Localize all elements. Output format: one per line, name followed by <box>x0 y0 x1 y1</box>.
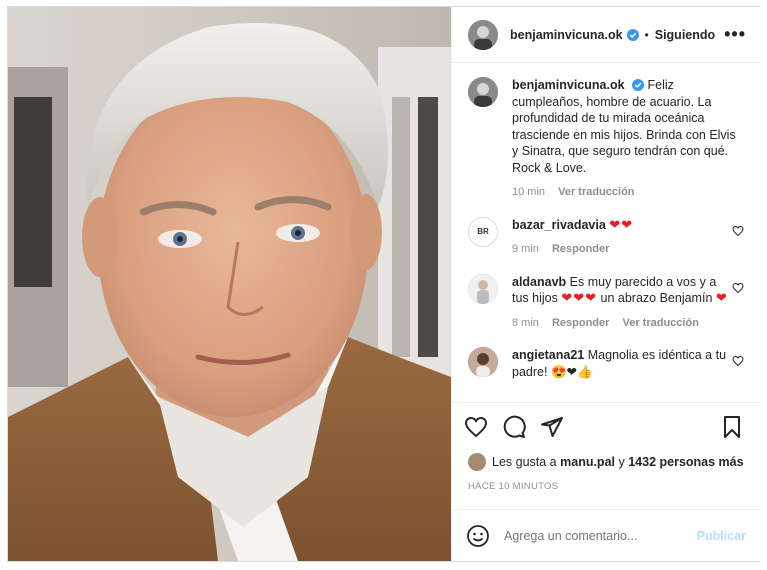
caption-username[interactable]: benjaminvicuna.ok <box>512 78 625 92</box>
likes-summary: Les gusta a manu.pal y 1432 personas más <box>452 451 760 473</box>
like-comment-heart-icon[interactable] <box>732 282 744 294</box>
likes-count-link[interactable]: 1432 personas más <box>628 455 743 469</box>
post-actions <box>452 403 760 451</box>
add-comment-bar: Publicar <box>452 509 760 561</box>
comment-avatar[interactable] <box>468 273 498 304</box>
verified-badge-icon <box>632 79 645 91</box>
separator-dot: • <box>644 27 649 42</box>
comment-username[interactable]: aldanavb <box>512 275 566 289</box>
comment-avatar[interactable]: BR <box>468 216 498 247</box>
post-timestamp: HACE 10 MINUTOS <box>468 481 559 492</box>
reply-button[interactable]: Responder <box>552 317 609 329</box>
emoji-smiley-icon[interactable] <box>466 524 490 548</box>
more-options-icon[interactable]: ••• <box>724 24 746 45</box>
like-comment-heart-icon[interactable] <box>732 225 744 237</box>
save-bookmark-icon[interactable] <box>720 415 744 439</box>
author-username[interactable]: benjaminvicuna.ok <box>510 28 623 42</box>
comment-time: 8 min <box>512 316 539 329</box>
comment-item: aldanavb Es muy parecido a vos y a tus h… <box>468 273 744 332</box>
comment-emoji: 😍❤👍 <box>550 364 593 379</box>
instagram-post-modal: benjaminvicuna.ok • Siguiendo ••• benjam… <box>7 6 760 562</box>
comment-username[interactable]: angietana21 <box>512 348 584 362</box>
caption: benjaminvicuna.ok Feliz cumpleaños, homb… <box>468 77 744 201</box>
avatar-initials: BR <box>477 227 489 236</box>
liker-avatar[interactable] <box>468 453 486 471</box>
likes-connector: y <box>618 455 625 469</box>
comments-list[interactable]: benjaminvicuna.ok Feliz cumpleaños, homb… <box>452 63 760 403</box>
post-photo <box>8 7 451 561</box>
heart-emoji: ❤ <box>715 290 728 305</box>
portrait-image <box>8 7 451 561</box>
author-avatar[interactable] <box>468 19 498 50</box>
comment-item: angietana21 Magnolia es idéntica a tu pa… <box>468 347 744 380</box>
share-paper-plane-icon[interactable] <box>540 415 564 439</box>
heart-emoji: ❤❤ <box>609 216 634 232</box>
comment-bubble-icon[interactable] <box>502 415 526 439</box>
heart-emoji: ❤❤❤ <box>561 290 598 305</box>
caption-time: 10 min <box>512 186 546 198</box>
post-side-panel: benjaminvicuna.ok • Siguiendo ••• benjam… <box>451 7 760 561</box>
comment-username[interactable]: bazar_rivadavia <box>512 218 606 232</box>
like-comment-heart-icon[interactable] <box>732 355 744 367</box>
liker-username[interactable]: manu.pal <box>560 455 615 469</box>
comment-text-continued: un abrazo Benjamín <box>600 291 713 305</box>
caption-text: Feliz cumpleaños, hombre de acuario. La … <box>512 78 736 175</box>
comment-item: BR bazar_rivadavia ❤❤ 9 min Responder <box>468 216 744 258</box>
verified-badge-icon <box>626 28 639 41</box>
caption-avatar[interactable] <box>468 77 498 107</box>
comment-input[interactable] <box>504 528 697 543</box>
like-heart-icon[interactable] <box>464 415 488 439</box>
following-button[interactable]: Siguiendo <box>655 28 715 42</box>
comment-time: 9 min <box>512 243 539 255</box>
translate-link[interactable]: Ver traducción <box>623 317 699 329</box>
publish-button[interactable]: Publicar <box>697 529 746 543</box>
likes-prefix: Les gusta a <box>492 455 557 469</box>
reply-button[interactable]: Responder <box>552 243 609 255</box>
comment-avatar[interactable] <box>468 347 498 377</box>
post-header: benjaminvicuna.ok • Siguiendo ••• <box>452 7 760 63</box>
caption-translate-link[interactable]: Ver traducción <box>558 186 634 198</box>
